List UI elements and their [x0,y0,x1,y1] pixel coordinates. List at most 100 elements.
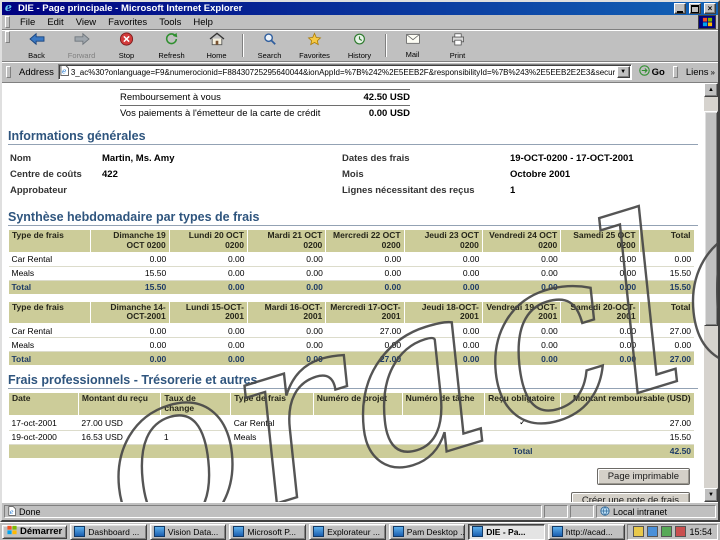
vertical-scrollbar[interactable]: ▲ ▼ [704,83,718,502]
toolbar-button-search[interactable]: Search [247,31,292,60]
printable-page-button[interactable]: Page imprimable [596,467,690,485]
tray-display-icon[interactable] [647,526,659,537]
toolbar-grip[interactable] [5,31,10,43]
tray-volume-icon[interactable] [633,526,645,537]
links-label: Liens [685,66,709,78]
window-icon [551,526,563,537]
menu-item-file[interactable]: File [14,16,41,29]
back-icon [28,32,46,51]
taskbar-item-0[interactable]: Dashboard ... [70,523,147,540]
table-row: 19-oct-2000 16.53 USD 1 Meals 15.50 [8,430,695,445]
taskbar-item-label: Explorateur ... [327,526,380,537]
taskbar-item-4[interactable]: Pam Desktop ... [388,523,466,540]
create-expense-report-button[interactable]: Créer une note de frais [570,491,690,502]
go-button[interactable]: Go [636,65,668,79]
menu-item-favorites[interactable]: Favorites [102,16,153,29]
column-header: Mardi 21 OCT 0200 [246,229,327,253]
menubar-grip[interactable] [5,16,10,28]
field-value-approbateur [102,185,342,196]
column-header: Reçu obligatoire [484,392,562,416]
menu-item-view[interactable]: View [70,16,102,29]
toolbar-button-stop[interactable]: Stop [104,31,149,60]
menu-item-tools[interactable]: Tools [153,16,187,29]
table-row: Meals 15.50 0.00 0.00 0.00 0.00 0.00 0.00 15.50 [8,266,695,281]
taskbar-item-5[interactable]: DIE - Pa... [468,523,545,540]
summary-row-reimbursement: Remboursement à vous 42.50 USD [120,89,410,105]
column-header: Dimanche 14-OCT-2001 [90,300,170,325]
statusbar: e Done Local intranet [2,502,718,520]
taskbar-item-6[interactable]: http://acad... [547,523,625,540]
summary-value: 42.50 USD [363,92,410,103]
status-message-panel: e Done [4,505,542,518]
column-header: Samedi 25 OCT 0200 [560,229,640,253]
column-header: Montant du reçu [77,392,162,416]
tray-network-icon[interactable] [661,526,673,537]
toolbar-button-print[interactable]: Print [435,31,480,60]
taskbar-item-3[interactable]: Explorateur ... [309,523,386,540]
toolbar-button-favorites[interactable]: Favorites [292,31,337,60]
chevron-right-icon: » [710,67,715,77]
table-total-row: Total 42.50 [8,444,695,458]
field-label-mois: Mois [342,169,364,180]
taskbar-item-1[interactable]: Vision Data... [149,523,227,540]
close-button[interactable]: × [704,3,716,14]
taskbar: Démarrer Dashboard ... Vision Data... Micr… [0,522,720,540]
start-button[interactable]: Démarrer [2,524,68,539]
toolbar-button-refresh[interactable]: Refresh [149,31,194,60]
svg-text:e: e [5,2,12,13]
toolbar-button-home[interactable]: Home [194,31,239,60]
addressbar: Address e ▼ Go Liens » [2,62,718,83]
toolbar-button-label: Print [449,50,466,60]
field-label-dates: Dates des frais [342,153,410,164]
maximize-button[interactable] [689,3,701,14]
field-value-dates: 19-OCT-0200 - 17-OCT-2001 [510,153,634,164]
column-header: Mercredi 17-OCT-2001 [325,300,405,325]
field-label-centre-couts: Centre de coûts [10,169,82,180]
weekly-expense-table-1: Type de frais Dimanche 19 OCT 0200 Lundi 2… [7,229,695,294]
general-info-grid: Nom Martin, Ms. Amy Dates des frais 19-O… [8,148,698,202]
taskbar-items: Dashboard ... Vision Data... Microsoft P..… [70,523,625,540]
scrollbar-thumb[interactable] [704,111,718,326]
toolbar-button-history[interactable]: History [337,31,382,60]
window-icon [472,526,484,537]
mail-icon [405,32,421,50]
titlebar: e DIE - Page principale - Microsoft Inte… [2,1,718,15]
links-grip[interactable] [672,66,678,78]
window-title: DIE - Page principale - Microsoft Intern… [18,3,243,14]
browser-window: e DIE - Page principale - Microsoft Inte… [0,0,720,522]
scroll-down-button[interactable]: ▼ [704,488,718,502]
toolbar-button-mail[interactable]: Mail [390,31,435,60]
scroll-up-button[interactable]: ▲ [704,83,718,97]
menu-item-help[interactable]: Help [187,16,219,29]
action-buttons: Page imprimable Créer une note de frais [8,467,690,502]
toolbar-button-back[interactable]: Back [14,31,59,60]
address-dropdown-button[interactable]: ▼ [616,66,630,78]
toolbar-button-label: Mail [405,50,420,60]
field-label-nom: Nom [10,153,32,164]
column-header: Lundi 20 OCT 0200 [168,229,249,253]
menu-item-edit[interactable]: Edit [41,16,69,29]
clock[interactable]: 15:54 [689,527,712,537]
windows-logo-icon [7,525,17,538]
content-area: Remboursement à vous 42.50 USD Vos paiem… [2,83,718,502]
addressbar-grip[interactable] [6,66,11,78]
taskbar-item-label: DIE - Pa... [486,526,526,537]
address-input[interactable] [70,66,615,78]
minimize-button[interactable] [674,3,686,14]
field-label-approbateur: Approbateur [10,185,67,196]
toolbar-button-label: Stop [118,50,135,60]
toolbar-button-forward[interactable]: Forward [59,31,104,60]
toolbar-button-label: Favorites [299,50,330,60]
column-header: Numéro de projet [312,392,403,416]
window-icon [153,526,165,537]
forward-icon [73,32,91,51]
links-bar[interactable]: Liens » [686,67,715,78]
cash-expense-table: Date Montant du reçu Taux de change Type de… [8,392,695,458]
tray-antivirus-icon[interactable] [675,526,687,537]
page-doc-icon: e [60,65,69,79]
search-icon [262,32,277,51]
taskbar-item-2[interactable]: Microsoft P... [229,523,307,540]
column-header: Total [638,300,695,325]
stop-icon [119,32,134,51]
toolbar-button-label: Search [257,50,282,60]
